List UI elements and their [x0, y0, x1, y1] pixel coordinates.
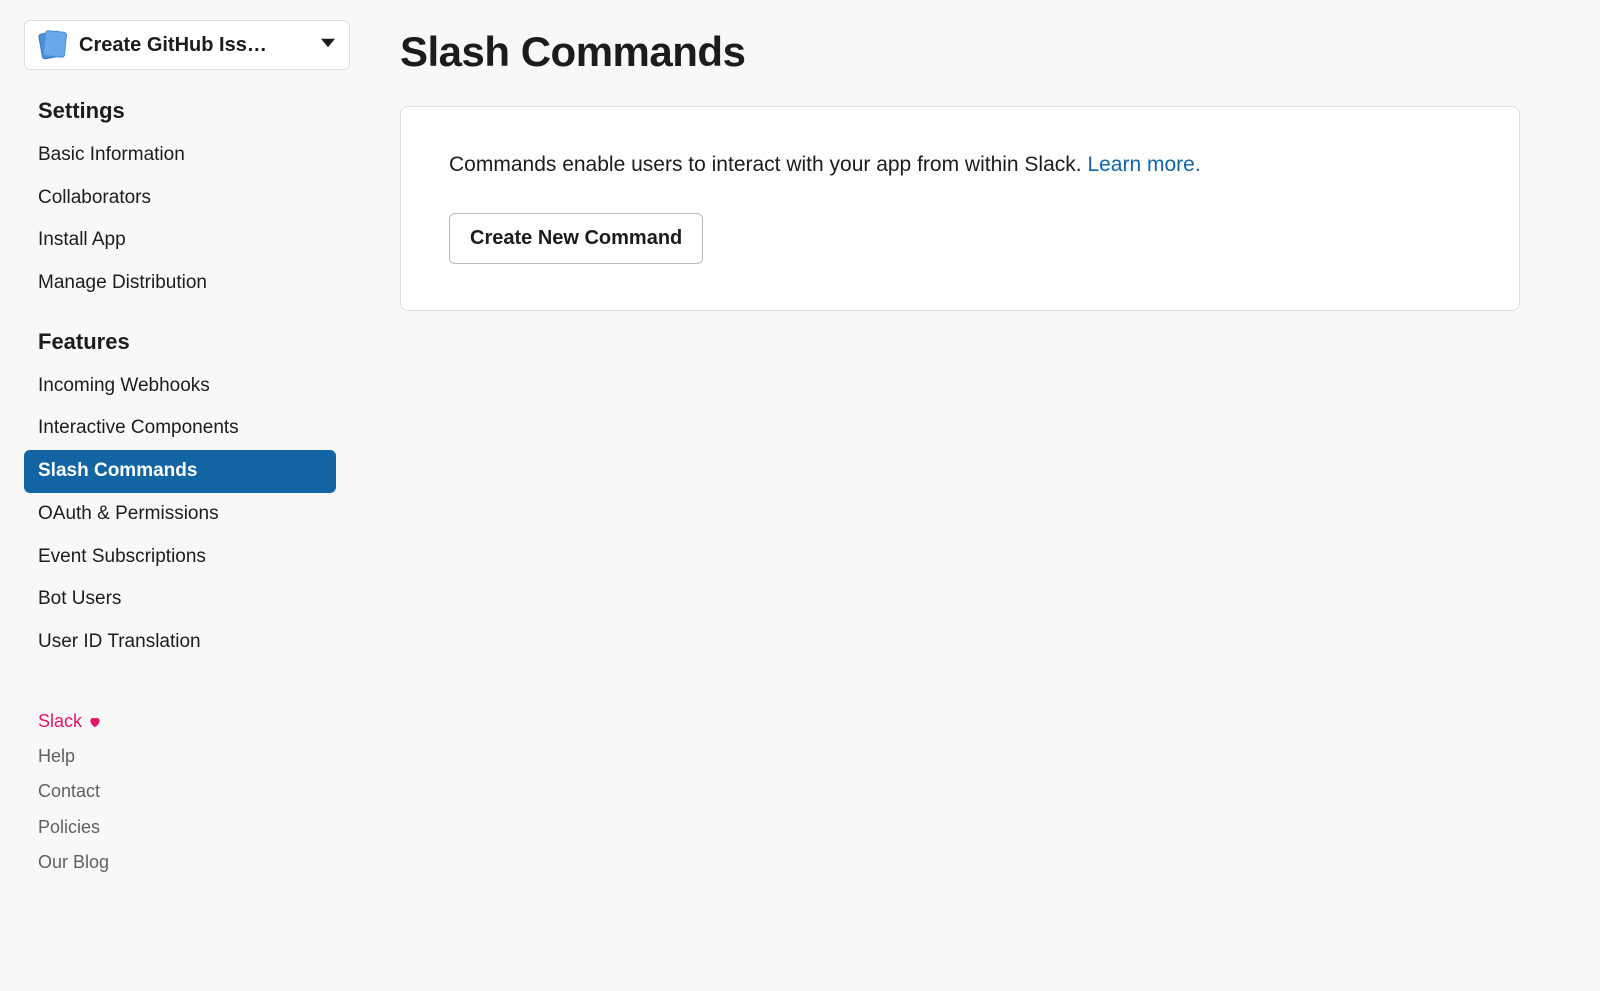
- heart-icon: [88, 710, 102, 733]
- nav-item-incoming-webhooks[interactable]: Incoming Webhooks: [24, 365, 336, 408]
- nav-list-settings: Basic Information Collaborators Install …: [24, 134, 336, 305]
- app-selector-dropdown[interactable]: Create GitHub Iss…: [24, 20, 350, 70]
- nav-item-user-id-translation[interactable]: User ID Translation: [24, 621, 336, 664]
- nav-item-interactive-components[interactable]: Interactive Components: [24, 407, 336, 450]
- footer-links: Slack Help Contact Policies Our Blog: [24, 704, 336, 881]
- sidebar: Create GitHub Iss… Settings Basic Inform…: [0, 0, 360, 991]
- footer-link-contact[interactable]: Contact: [38, 774, 336, 809]
- learn-more-link[interactable]: Learn more.: [1087, 153, 1200, 176]
- footer-link-help[interactable]: Help: [38, 739, 336, 774]
- nav-item-slash-commands[interactable]: Slash Commands: [24, 450, 336, 493]
- nav-list-features: Incoming Webhooks Interactive Components…: [24, 365, 336, 664]
- nav-item-oauth-permissions[interactable]: OAuth & Permissions: [24, 493, 336, 536]
- footer-link-slack-label: Slack: [38, 710, 82, 733]
- nav-item-install-app[interactable]: Install App: [24, 219, 336, 262]
- create-new-command-button[interactable]: Create New Command: [449, 213, 703, 264]
- card-description: Commands enable users to interact with y…: [449, 153, 1087, 176]
- page-title: Slash Commands: [400, 28, 1560, 76]
- card-description-line: Commands enable users to interact with y…: [449, 149, 1471, 181]
- footer-link-slack[interactable]: Slack: [38, 704, 336, 739]
- nav-item-event-subscriptions[interactable]: Event Subscriptions: [24, 536, 336, 579]
- section-header-settings: Settings: [38, 98, 336, 124]
- footer-link-our-blog[interactable]: Our Blog: [38, 845, 336, 880]
- caret-down-icon: [321, 36, 335, 55]
- app-icon: [39, 31, 67, 59]
- footer-link-policies[interactable]: Policies: [38, 810, 336, 845]
- main-content: Slash Commands Commands enable users to …: [360, 0, 1600, 991]
- commands-card: Commands enable users to interact with y…: [400, 106, 1520, 311]
- section-header-features: Features: [38, 329, 336, 355]
- app-selector-name: Create GitHub Iss…: [79, 34, 313, 57]
- nav-item-basic-information[interactable]: Basic Information: [24, 134, 336, 177]
- nav-item-manage-distribution[interactable]: Manage Distribution: [24, 262, 336, 305]
- nav-item-bot-users[interactable]: Bot Users: [24, 578, 336, 621]
- nav-item-collaborators[interactable]: Collaborators: [24, 177, 336, 220]
